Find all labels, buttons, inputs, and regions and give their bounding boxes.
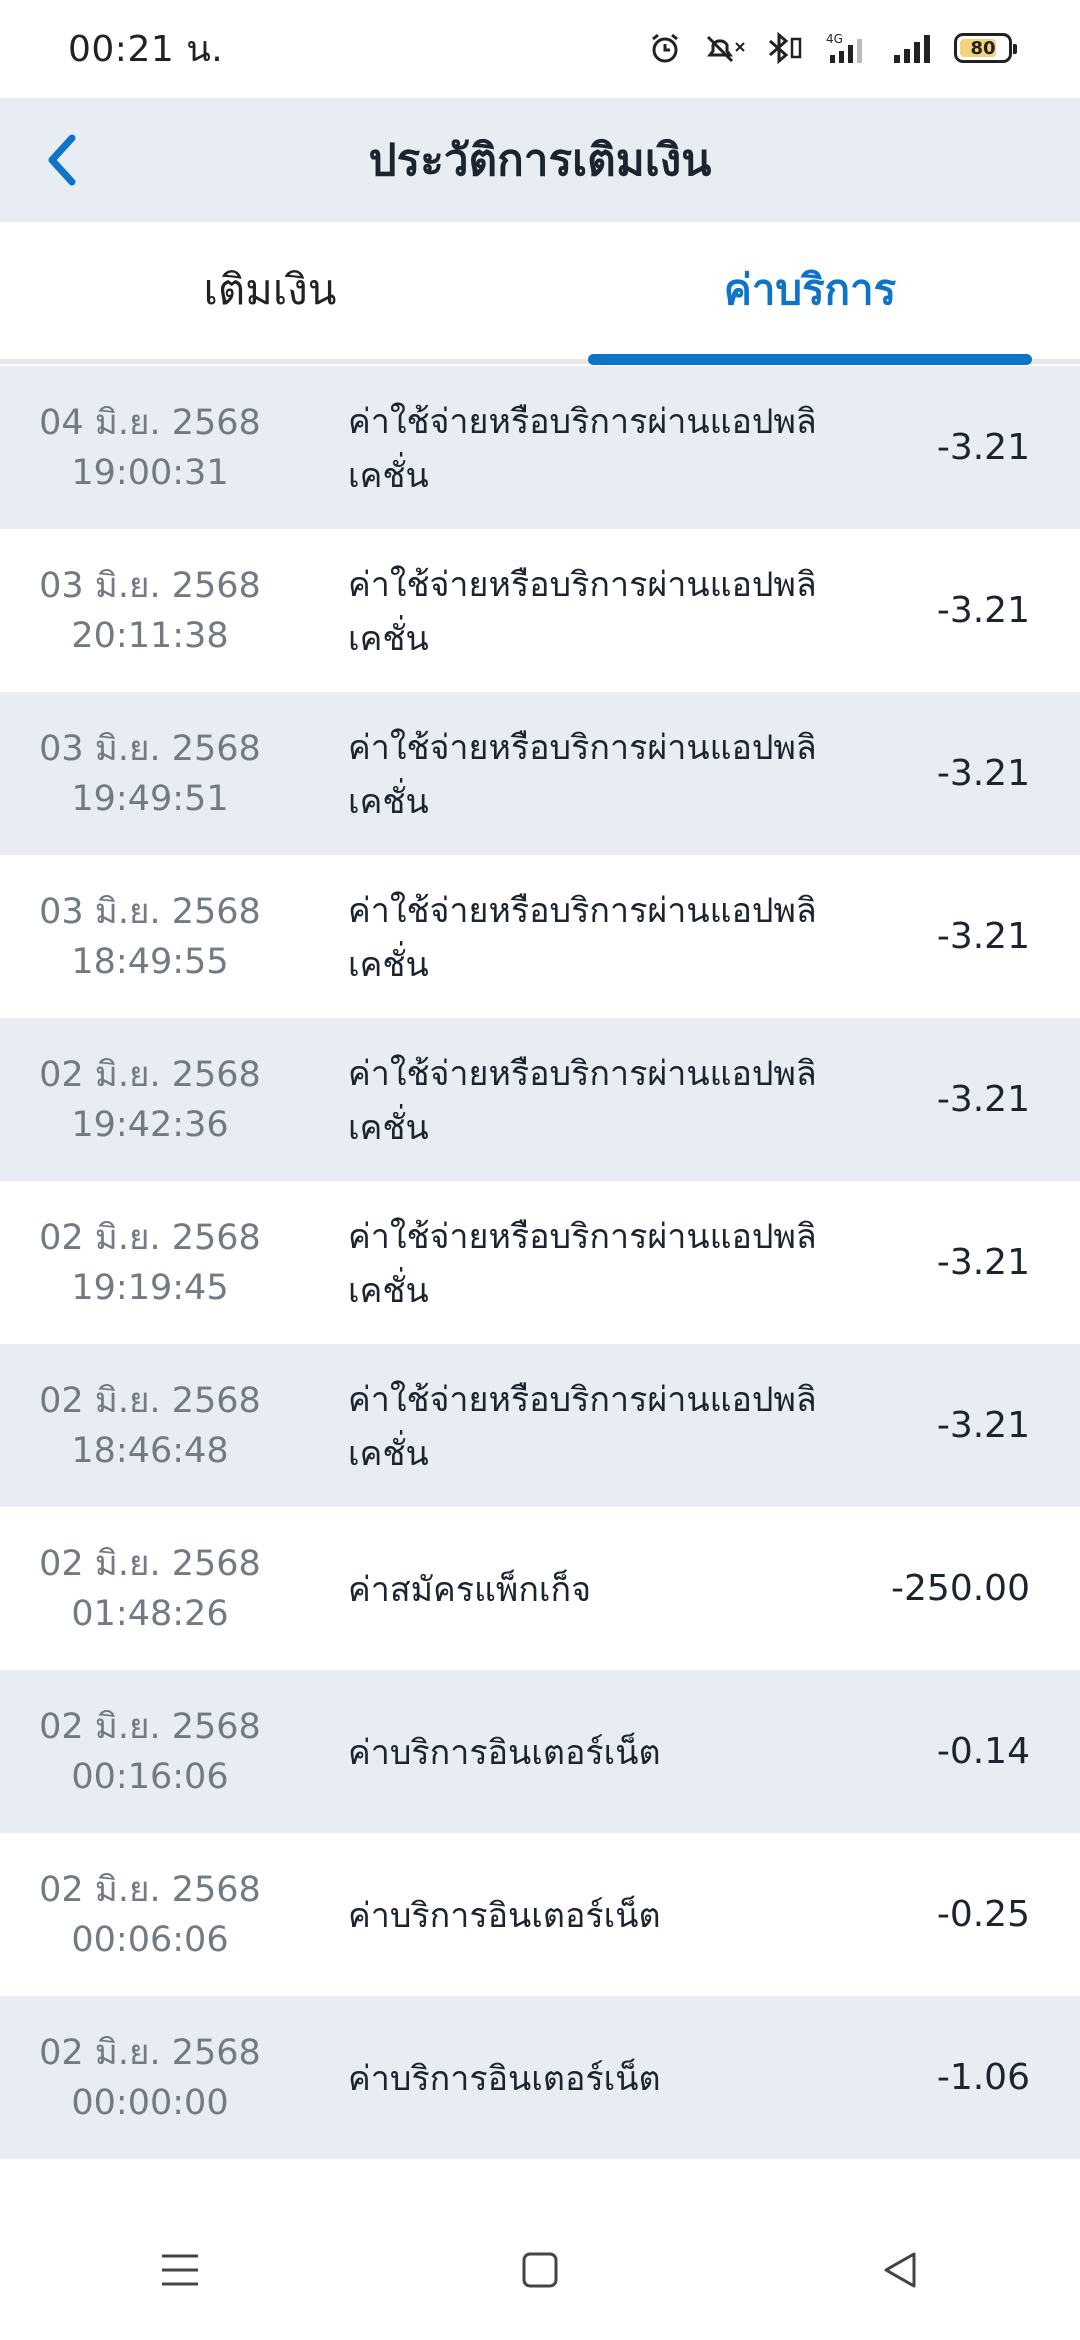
transaction-amount: -3.21 [936,753,1030,794]
transaction-row[interactable]: 02 มิ.ย. 2568 18:46:48 ค่าใช้จ่ายหรือบริกา… [0,1344,1080,1507]
transaction-time: 00:06:06 [71,1919,229,1960]
page-title: ประวัติการเติมเงิน [368,135,712,186]
transaction-datetime: 03 มิ.ย. 2568 19:49:51 [0,724,300,824]
transaction-datetime: 02 มิ.ย. 2568 00:06:06 [0,1865,300,1965]
transaction-amount: -3.21 [936,1079,1030,1120]
transaction-datetime: 02 มิ.ย. 2568 19:42:36 [0,1050,300,1150]
transaction-time: 20:11:38 [71,615,229,656]
menu-button[interactable] [135,2225,225,2315]
transaction-amount: -1.06 [936,2057,1030,2098]
transaction-date: 02 มิ.ย. 2568 [39,1543,261,1584]
app-header: ประวัติการเติมเงิน [0,98,1080,224]
transaction-row[interactable]: 02 มิ.ย. 2568 00:16:06 ค่าบริการอินเตอร์เน… [0,1670,1080,1833]
transaction-amount: -3.21 [936,427,1030,468]
transaction-row[interactable]: 02 มิ.ย. 2568 00:00:00 ค่าบริการอินเตอร์เน… [0,1996,1080,2159]
transaction-time: 18:46:48 [71,1430,229,1471]
transaction-description: ค่าสมัครแพ็กเก็จ [348,1569,592,1610]
transaction-amount: -3.21 [936,916,1030,957]
transaction-time: 19:19:45 [71,1267,229,1308]
chevron-left-icon [48,134,76,186]
transaction-row[interactable]: 04 มิ.ย. 2568 19:00:31 ค่าใช้จ่ายหรือบริกา… [0,366,1080,529]
transaction-description: ค่าใช้จ่ายหรือบริการผ่านแอปพลิเคชั่น [348,1053,817,1148]
transaction-description: ค่าใช้จ่ายหรือบริการผ่านแอปพลิเคชั่น [348,564,817,659]
transaction-time: 19:49:51 [71,778,229,819]
transaction-description: ค่าใช้จ่ายหรือบริการผ่านแอปพลิเคชั่น [348,401,817,496]
transaction-row[interactable]: 03 มิ.ย. 2568 18:49:55 ค่าใช้จ่ายหรือบริกา… [0,855,1080,1018]
transaction-date: 03 มิ.ย. 2568 [39,728,261,769]
transaction-description: ค่าบริการอินเตอร์เน็ต [348,1732,661,1773]
transaction-row[interactable]: 02 มิ.ย. 2568 19:19:45 ค่าใช้จ่ายหรือบริกา… [0,1181,1080,1344]
tab-bar: เติมเงิน ค่าบริการ [0,222,1080,364]
menu-icon [162,2254,198,2286]
system-nav-bar [0,2200,1080,2340]
triangle-back-icon [884,2252,916,2288]
home-square-icon [522,2252,558,2288]
transaction-time: 00:00:00 [71,2082,229,2123]
battery-level: 80 [970,37,996,59]
svg-text:4G: 4G [826,32,843,46]
transaction-amount: -250.00 [891,1568,1030,1609]
transaction-row[interactable]: 03 มิ.ย. 2568 20:11:38 ค่าใช้จ่ายหรือบริกา… [0,529,1080,692]
transaction-amount: -3.21 [936,1405,1030,1446]
transaction-amount: -3.21 [936,1242,1030,1283]
signal-icon [894,35,930,63]
bluetooth-icon [769,31,802,65]
transaction-datetime: 02 มิ.ย. 2568 00:16:06 [0,1702,300,1802]
transaction-datetime: 02 มิ.ย. 2568 19:19:45 [0,1213,300,1313]
transaction-row[interactable]: 02 มิ.ย. 2568 00:06:06 ค่าบริการอินเตอร์เน… [0,1833,1080,1996]
transaction-date: 02 มิ.ย. 2568 [39,2032,261,2073]
status-icons: 4G 80 [648,31,1017,65]
back-button[interactable] [22,120,102,200]
transaction-datetime: 02 มิ.ย. 2568 00:00:00 [0,2028,300,2128]
transaction-time: 19:00:31 [71,452,229,493]
signal-4g-icon: 4G [826,32,862,63]
transaction-amount: -0.14 [936,1731,1030,1772]
transaction-datetime: 02 มิ.ย. 2568 18:46:48 [0,1376,300,1476]
transaction-description: ค่าใช้จ่ายหรือบริการผ่านแอปพลิเคชั่น [348,727,817,822]
home-button[interactable] [495,2225,585,2315]
transaction-date: 03 มิ.ย. 2568 [39,891,261,932]
transaction-row[interactable]: 02 มิ.ย. 2568 01:48:26 ค่าสมัครแพ็กเก็จ -25… [0,1507,1080,1670]
alarm-icon [652,33,678,63]
tab-service-fee[interactable]: ค่าบริการ [540,222,1080,364]
tab-topup[interactable]: เติมเงิน [0,222,540,364]
transaction-description: ค่าบริการอินเตอร์เน็ต [348,2058,661,2099]
transaction-date: 02 มิ.ย. 2568 [39,1380,261,1421]
transaction-time: 19:42:36 [71,1104,229,1145]
transaction-datetime: 03 มิ.ย. 2568 20:11:38 [0,561,300,661]
transaction-datetime: 04 มิ.ย. 2568 19:00:31 [0,398,300,498]
mute-icon [706,35,745,63]
transaction-datetime: 02 มิ.ย. 2568 01:48:26 [0,1539,300,1639]
status-time: 00:21 น. [68,28,224,70]
transaction-row[interactable]: 03 มิ.ย. 2568 19:49:51 ค่าใช้จ่ายหรือบริกา… [0,692,1080,855]
nav-back-button[interactable] [855,2225,945,2315]
battery-icon: 80 [954,33,1017,63]
transaction-description: ค่าใช้จ่ายหรือบริการผ่านแอปพลิเคชั่น [348,1216,817,1311]
transaction-list: 04 มิ.ย. 2568 19:00:31 ค่าใช้จ่ายหรือบริกา… [0,366,1080,2159]
transaction-date: 03 มิ.ย. 2568 [39,565,261,606]
transaction-date: 02 มิ.ย. 2568 [39,1869,261,1910]
transaction-date: 04 มิ.ย. 2568 [39,402,261,443]
transaction-date: 02 มิ.ย. 2568 [39,1706,261,1747]
transaction-description: ค่าใช้จ่ายหรือบริการผ่านแอปพลิเคชั่น [348,890,817,985]
transaction-amount: -0.25 [936,1894,1030,1935]
transaction-date: 02 มิ.ย. 2568 [39,1217,261,1258]
transaction-date: 02 มิ.ย. 2568 [39,1054,261,1095]
transaction-datetime: 03 มิ.ย. 2568 18:49:55 [0,887,300,987]
status-bar: 00:21 น. 4G 80 [0,0,1080,96]
transaction-row[interactable]: 02 มิ.ย. 2568 19:42:36 ค่าใช้จ่ายหรือบริกา… [0,1018,1080,1181]
transaction-description: ค่าใช้จ่ายหรือบริการผ่านแอปพลิเคชั่น [348,1379,817,1474]
transaction-amount: -3.21 [936,590,1030,631]
active-tab-indicator [588,354,1032,365]
transaction-time: 01:48:26 [71,1593,229,1634]
transaction-time: 18:49:55 [71,941,229,982]
transaction-description: ค่าบริการอินเตอร์เน็ต [348,1895,661,1936]
transaction-time: 00:16:06 [71,1756,229,1797]
